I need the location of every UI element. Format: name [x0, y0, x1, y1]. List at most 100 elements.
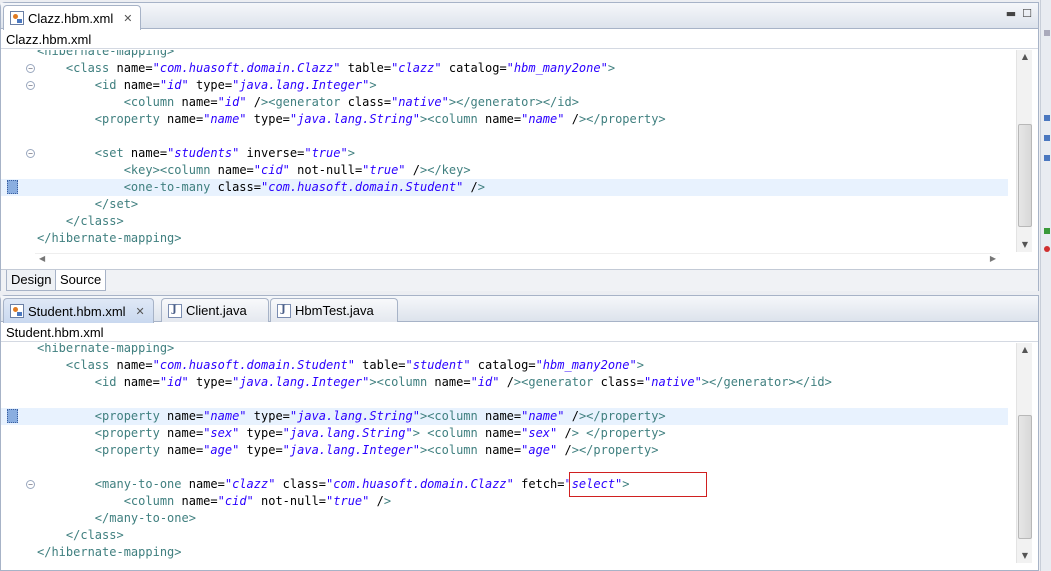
code-line[interactable] [1, 128, 1008, 145]
code-line-text: <property name="sex" type="java.lang.Str… [94, 426, 666, 440]
editor-mode-tabs: Design Source [1, 269, 1038, 291]
code-line[interactable]: <column name="cid" not-null="true" /> [1, 493, 1008, 510]
code-line-text: </set> [94, 197, 139, 211]
code-line-text: <many-to-one name="clazz" class="com.hua… [94, 477, 630, 491]
code-line[interactable]: <one-to-many class="com.huasoft.domain.S… [1, 179, 1008, 196]
tab-source[interactable]: Source [55, 270, 107, 291]
code-line-text: <column name="id" /><generator class="na… [123, 95, 579, 109]
change-marker-icon [7, 180, 18, 194]
student-editor: Student.hbm.xml ✕ Client.java HbmTest.ja… [0, 295, 1039, 571]
tab-label: Clazz.hbm.xml [28, 10, 114, 26]
code-line[interactable]: <id name="id" type="java.lang.Integer"> − [1, 77, 1008, 94]
right-toolbar-strip [1040, 0, 1051, 571]
code-line[interactable]: <hibernate-mapping> [1, 343, 1008, 357]
fold-toggle-icon[interactable]: − [26, 480, 35, 489]
code-line-text: </class> [65, 214, 124, 228]
code-line-text: <id name="id" type="java.lang.Integer"><… [94, 375, 832, 389]
scroll-left-icon[interactable]: ◀ [39, 254, 45, 263]
source-text-area[interactable]: <hibernate-mapping> <class name="com.hua… [1, 50, 1008, 258]
code-line[interactable]: <many-to-one name="clazz" class="com.hua… [1, 476, 1008, 493]
xml-file-icon [10, 11, 24, 25]
code-line-text: <id name="id" type="java.lang.Integer"> [94, 78, 377, 92]
tab-label: Student.hbm.xml [28, 303, 126, 319]
scroll-right-icon[interactable]: ▶ [990, 254, 996, 263]
vertical-scrollbar[interactable]: ▲ ▼ [1016, 50, 1032, 252]
code-line-text: <property name="name" type="java.lang.St… [94, 409, 666, 423]
code-line-text: <class name="com.huasoft.domain.Student"… [65, 358, 644, 372]
scroll-up-icon[interactable]: ▲ [1017, 50, 1033, 64]
code-line[interactable]: </hibernate-mapping> [1, 230, 1008, 247]
close-icon[interactable]: ✕ [123, 12, 132, 25]
code-line[interactable]: <column name="id" /><generator class="na… [1, 94, 1008, 111]
code-line[interactable]: <property name="age" type="java.lang.Int… [1, 442, 1008, 459]
code-line-text: <column name="cid" not-null="true" /> [123, 494, 392, 508]
code-line[interactable]: </class> [1, 213, 1008, 230]
check-icon[interactable] [1044, 228, 1050, 234]
code-line[interactable]: <set name="students" inverse="true"> − [1, 145, 1008, 162]
maximize-icon[interactable]: ☐ [1022, 7, 1032, 20]
change-marker-icon [7, 409, 18, 423]
code-line[interactable]: </many-to-one> [1, 510, 1008, 527]
code-line-text: <one-to-many class="com.huasoft.domain.S… [123, 180, 485, 194]
code-line-text: </hibernate-mapping> [37, 545, 182, 559]
window-controls: ▬ ☐ [1006, 7, 1032, 20]
code-line-text: <hibernate-mapping> [37, 343, 175, 355]
toolbar-icon[interactable] [1044, 155, 1050, 161]
code-line[interactable]: <class name="com.huasoft.domain.Student"… [1, 357, 1008, 374]
code-line-text: <property name="age" type="java.lang.Int… [94, 443, 659, 457]
fold-toggle-icon[interactable]: − [26, 149, 35, 158]
vertical-scrollbar[interactable]: ▲ ▼ [1016, 343, 1032, 563]
source-text-area[interactable]: <hibernate-mapping> <class name="com.hua… [1, 343, 1008, 569]
fold-toggle-icon[interactable]: − [26, 81, 35, 90]
code-line-text: <key><column name="cid" not-null="true" … [123, 163, 471, 177]
toolbar-icon[interactable] [1044, 135, 1050, 141]
scrollbar-thumb[interactable] [1018, 124, 1032, 227]
scrollbar-thumb[interactable] [1018, 415, 1032, 539]
close-icon[interactable]: ✕ [136, 305, 145, 318]
fold-toggle-icon[interactable]: − [26, 64, 35, 73]
tab-design[interactable]: Design [6, 270, 57, 291]
code-line[interactable]: <property name="name" type="java.lang.St… [1, 111, 1008, 128]
code-line[interactable]: </class> [1, 527, 1008, 544]
tab-client-java[interactable]: Client.java [161, 298, 269, 322]
code-line[interactable]: </hibernate-mapping> [1, 544, 1008, 561]
java-file-icon [168, 303, 182, 318]
code-line[interactable] [1, 391, 1008, 408]
tab-label: HbmTest.java [295, 303, 374, 318]
tab-label: Client.java [186, 303, 247, 318]
code-line-text: </class> [65, 528, 124, 542]
horizontal-scrollbar[interactable]: ◀ ▶ [35, 253, 1000, 267]
editor-tab-bar: Student.hbm.xml ✕ Client.java HbmTest.ja… [1, 296, 1038, 323]
code-line[interactable]: <hibernate-mapping> [1, 50, 1008, 60]
code-line[interactable]: <class name="com.huasoft.domain.Clazz" t… [1, 60, 1008, 77]
fetch-attribute-callout [569, 472, 707, 497]
code-line[interactable]: <id name="id" type="java.lang.Integer"><… [1, 374, 1008, 391]
scroll-down-icon[interactable]: ▼ [1017, 238, 1033, 252]
code-line[interactable]: </set> [1, 196, 1008, 213]
code-line-text: <set name="students" inverse="true"> [94, 146, 355, 160]
code-line[interactable]: <property name="sex" type="java.lang.Str… [1, 425, 1008, 442]
xml-file-icon [10, 304, 24, 318]
eclipse-workbench: Clazz.hbm.xml ✕ ▬ ☐ Clazz.hbm.xml <hiber… [0, 0, 1051, 571]
code-line-text: <hibernate-mapping> [37, 50, 175, 58]
code-line-text: <property name="name" type="java.lang.St… [94, 112, 666, 126]
clazz-editor: Clazz.hbm.xml ✕ ▬ ☐ Clazz.hbm.xml <hiber… [0, 2, 1039, 291]
scroll-down-icon[interactable]: ▼ [1017, 549, 1033, 563]
code-line-text: <class name="com.huasoft.domain.Clazz" t… [65, 61, 616, 75]
tab-hbmtest-java[interactable]: HbmTest.java [270, 298, 398, 322]
code-line-text: </hibernate-mapping> [37, 231, 182, 245]
breadcrumb: Clazz.hbm.xml [1, 30, 1038, 49]
error-icon[interactable] [1044, 246, 1050, 252]
editor-tab-bar: Clazz.hbm.xml ✕ ▬ ☐ [1, 3, 1038, 30]
code-line[interactable]: <property name="name" type="java.lang.St… [1, 408, 1008, 425]
java-file-icon [277, 303, 291, 318]
tab-student-hbm-xml[interactable]: Student.hbm.xml ✕ [3, 298, 154, 323]
code-line[interactable]: <key><column name="cid" not-null="true" … [1, 162, 1008, 179]
code-line[interactable] [1, 459, 1008, 476]
minimize-icon[interactable]: ▬ [1006, 7, 1016, 20]
toolbar-icon[interactable] [1044, 115, 1050, 121]
tab-clazz-hbm-xml[interactable]: Clazz.hbm.xml ✕ [3, 5, 142, 30]
breadcrumb: Student.hbm.xml [1, 323, 1038, 342]
scroll-up-icon[interactable]: ▲ [1017, 343, 1033, 357]
toolbar-icon[interactable] [1044, 30, 1050, 36]
